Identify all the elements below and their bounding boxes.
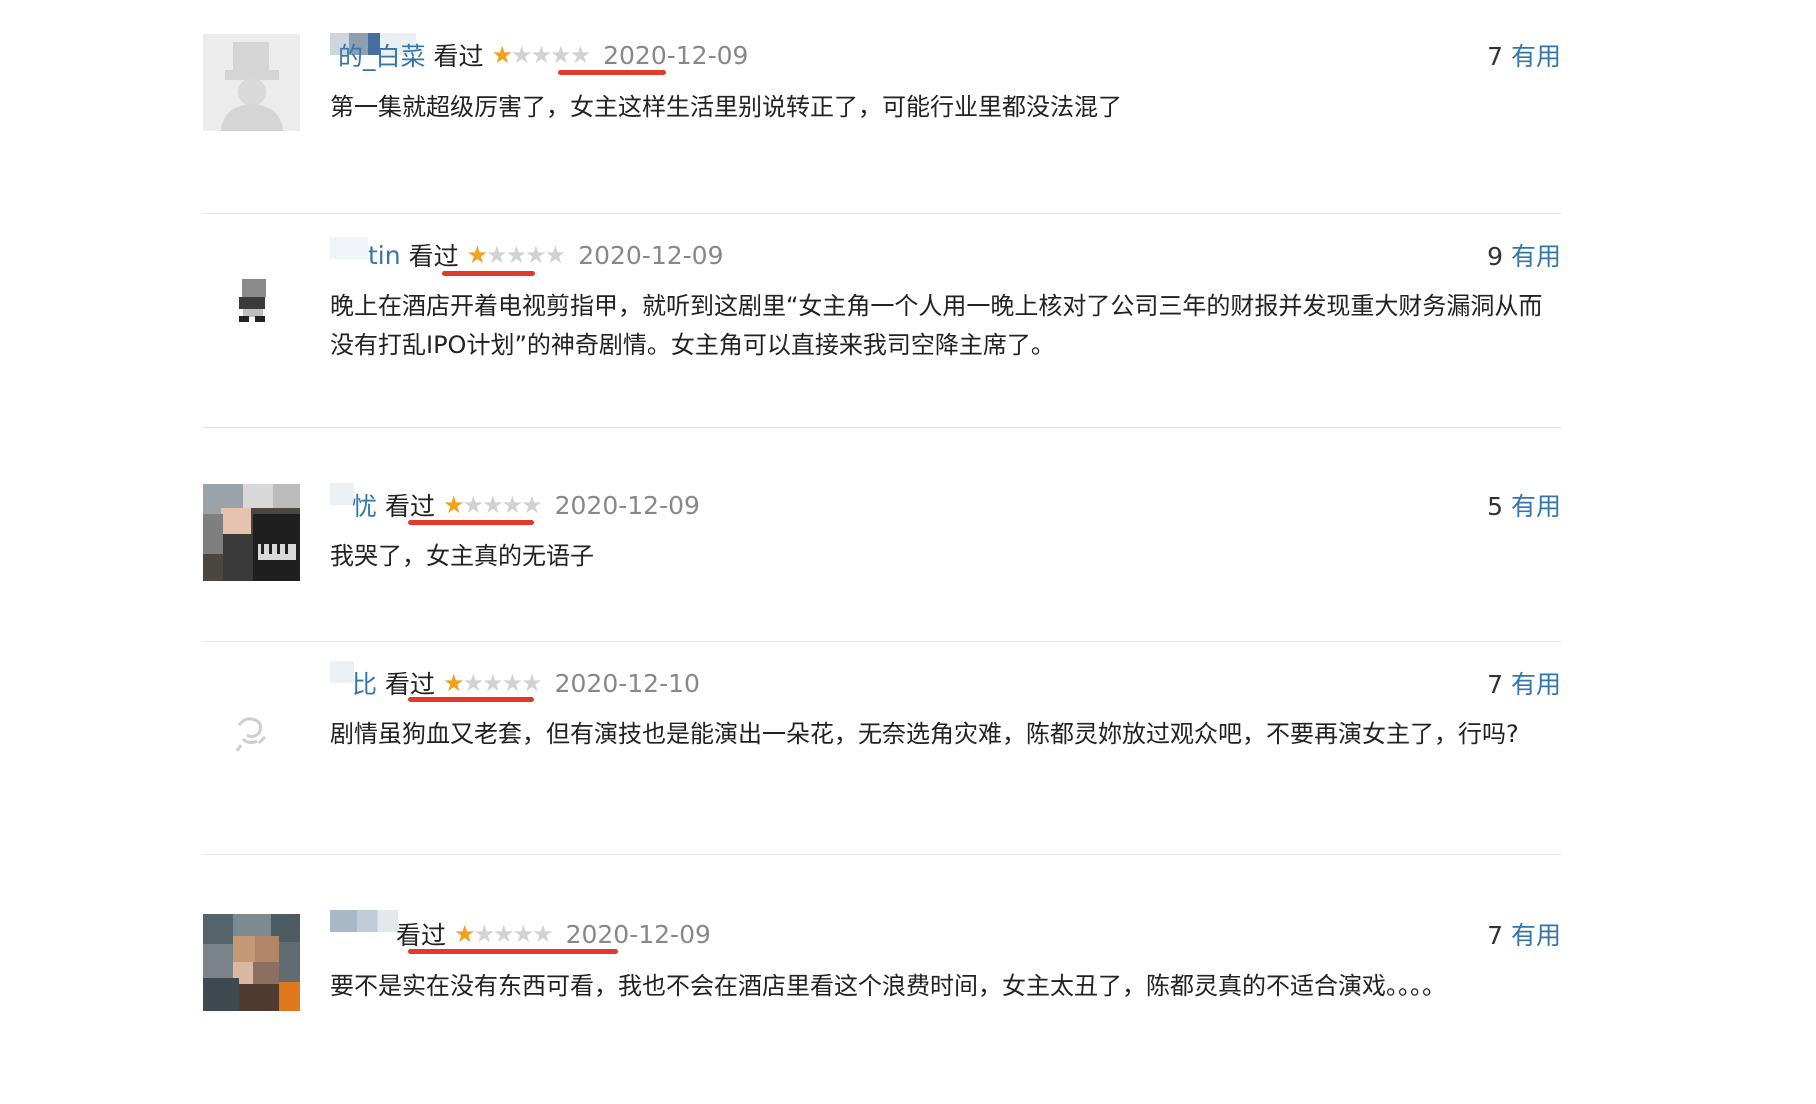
star-icon: ★ — [473, 920, 495, 948]
review-date: 2020-12-09 — [554, 490, 700, 520]
review-content: 剧情虽狗血又老套，但有演技也是能演出一朵花，无奈选角灾难，陈都灵妳放过观众吧，不… — [330, 720, 1519, 748]
review-list: 的_白菜 看过 ★ ★ ★ ★ ★ 2020-12-09 7 有用 第一集就超级厉害了，女… — [203, 0, 1561, 1055]
useful-button[interactable]: 有用 — [1511, 670, 1561, 699]
review-date: 2020-12-09 — [603, 40, 749, 70]
avatar[interactable] — [203, 681, 300, 778]
star-icon: ★ — [486, 241, 507, 269]
username-link[interactable]: 比 — [330, 661, 377, 701]
star-icon: ★ — [511, 41, 532, 69]
watched-status: 看过 — [408, 242, 459, 271]
review-date: 2020-12-09 — [578, 240, 724, 270]
review-content: 第一集就超级厉害了，女主这样生活里别说转正了，可能行业里都没法混了 — [330, 93, 1122, 121]
watched-status: 看过 — [385, 492, 436, 521]
review-date: 2020-12-09 — [565, 919, 711, 949]
star-icon: ★ — [462, 491, 484, 519]
default-avatar-icon — [203, 34, 300, 131]
star-icon: ★ — [501, 491, 523, 519]
star-rating: ★ ★ ★ ★ ★ — [443, 669, 543, 697]
username-link[interactable] — [330, 909, 398, 949]
star-icon: ★ — [462, 669, 484, 697]
star-icon: ★ — [505, 241, 527, 269]
star-icon: ★ — [443, 669, 464, 697]
star-icon: ★ — [530, 41, 552, 69]
review-content: 要不是实在没有东西可看，我也不会在酒店里看这个浪费时间，女主太丑了，陈都灵真的不… — [330, 972, 1446, 1000]
star-icon: ★ — [525, 241, 546, 269]
watched-status: 看过 — [385, 670, 436, 699]
star-icon: ★ — [521, 669, 542, 697]
watched-status: 看过 — [433, 42, 484, 71]
star-rating: ★ ★ ★ ★ ★ — [491, 41, 592, 69]
useful-vote: 7 有用 — [1487, 916, 1561, 952]
vote-count: 9 — [1487, 242, 1503, 271]
useful-vote: 7 有用 — [1487, 37, 1561, 73]
avatar[interactable] — [203, 247, 300, 344]
photo-avatar-icon — [203, 484, 300, 581]
sketch-avatar-icon — [203, 681, 300, 778]
review-header: 看过 ★ ★ ★ ★ ★ 2020-12-09 7 有用 — [330, 909, 1561, 954]
useful-vote: 5 有用 — [1487, 487, 1561, 523]
review-date: 2020-12-10 — [554, 668, 700, 698]
highlight-underline — [408, 697, 534, 702]
review-content: 晚上在酒店开着电视剪指甲，就听到这剧里“女主角一个人用一晚上核对了公司三年的财报… — [330, 292, 1543, 359]
review-item: 的_白菜 看过 ★ ★ ★ ★ ★ 2020-12-09 7 有用 第一集就超级厉害了，女… — [203, 0, 1561, 213]
star-icon: ★ — [532, 920, 553, 948]
review-header: tin 看过 ★ ★ ★ ★ ★ 2020-12-09 9 有用 — [330, 235, 1561, 275]
watched-status: 看过 — [396, 921, 447, 950]
star-icon: ★ — [493, 920, 514, 948]
star-icon: ★ — [482, 669, 503, 697]
highlight-underline — [408, 520, 534, 525]
vote-count: 7 — [1487, 921, 1503, 950]
star-icon: ★ — [501, 669, 523, 697]
vote-count: 7 — [1487, 42, 1503, 71]
useful-button[interactable]: 有用 — [1511, 42, 1561, 71]
star-icon: ★ — [569, 41, 591, 69]
highlight-underline — [558, 70, 666, 75]
review-item: tin 看过 ★ ★ ★ ★ ★ 2020-12-09 9 有用 晚上在酒店开着电视剪指甲… — [203, 213, 1561, 427]
star-rating: ★ ★ ★ ★ ★ — [443, 491, 543, 519]
vote-count: 5 — [1487, 492, 1503, 521]
avatar[interactable] — [203, 484, 300, 581]
small-avatar-icon — [203, 247, 300, 344]
review-item: 看过 ★ ★ ★ ★ ★ 2020-12-09 7 有用 要不是实在没有东西可看，我也不会… — [203, 854, 1561, 1055]
username-link[interactable]: 忧 — [330, 483, 377, 523]
review-item: 忧 看过 ★ ★ ★ ★ ★ 2020-12-09 5 有用 我哭了，女主真的无语子 — [203, 427, 1561, 641]
review-header: 的_白菜 看过 ★ ★ ★ ★ ★ 2020-12-09 7 有用 — [330, 33, 1561, 75]
star-icon: ★ — [512, 920, 534, 948]
avatar[interactable] — [203, 34, 300, 131]
username-link[interactable]: 的_白菜 — [330, 33, 426, 73]
star-rating: ★ ★ ★ ★ ★ — [466, 241, 567, 269]
star-icon: ★ — [491, 41, 513, 69]
star-icon: ★ — [482, 491, 503, 519]
star-icon: ★ — [466, 241, 488, 269]
highlight-underline — [408, 949, 618, 954]
useful-vote: 9 有用 — [1487, 237, 1561, 273]
review-item: 比 看过 ★ ★ ★ ★ ★ 2020-12-10 7 有用 剧情虽狗血又老套，但有演技也… — [203, 641, 1561, 854]
star-icon: ★ — [550, 41, 571, 69]
review-header: 忧 看过 ★ ★ ★ ★ ★ 2020-12-09 5 有用 — [330, 483, 1561, 525]
useful-button[interactable]: 有用 — [1511, 242, 1561, 271]
useful-vote: 7 有用 — [1487, 665, 1561, 701]
star-icon: ★ — [443, 491, 464, 519]
portrait-avatar-icon — [203, 914, 300, 1011]
useful-button[interactable]: 有用 — [1511, 492, 1561, 521]
star-rating: ★ ★ ★ ★ ★ — [454, 920, 554, 948]
vote-count: 7 — [1487, 670, 1503, 699]
star-icon: ★ — [454, 920, 475, 948]
useful-button[interactable]: 有用 — [1511, 921, 1561, 950]
highlight-underline — [442, 271, 535, 276]
username-link[interactable]: tin — [330, 236, 401, 270]
avatar[interactable] — [203, 914, 300, 1011]
star-icon: ★ — [521, 491, 542, 519]
star-icon: ★ — [544, 241, 566, 269]
review-content: 我哭了，女主真的无语子 — [330, 542, 594, 570]
